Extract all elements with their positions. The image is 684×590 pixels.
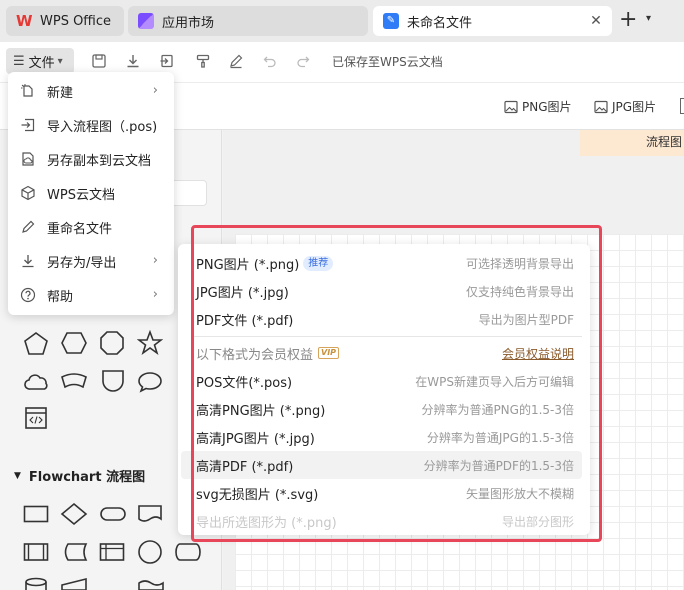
stored-data-shape[interactable] [60, 542, 88, 562]
connector-shape[interactable] [137, 539, 163, 565]
caret-down-icon: ▼ [14, 470, 21, 481]
new-file-icon [20, 83, 36, 99]
card-shape[interactable] [137, 579, 165, 590]
menu-item-help[interactable]: 帮助 › [8, 278, 174, 312]
file-dropdown-menu: 新建 › 导入流程图（.pos) 另存副本到云文档 WPS云文档 重命名文件 另… [8, 72, 174, 315]
flowchart-doc-icon: ✎ [383, 13, 399, 29]
octagon-shape[interactable] [99, 330, 125, 356]
export-jpg-button[interactable]: JPG图片 [594, 98, 656, 115]
menu-item-label: 另存为/导出 [47, 255, 117, 271]
save-status: 已保存至WPS云文档 [332, 55, 443, 69]
tab-label: 未命名文件 [407, 15, 473, 31]
pentagon-shape[interactable] [23, 331, 49, 357]
document-shape[interactable] [137, 504, 163, 524]
export-jpg-label: JPG图片 [612, 100, 657, 114]
undo-icon[interactable] [259, 50, 281, 72]
help-icon [20, 287, 36, 303]
menu-item-save-as-export[interactable]: 另存为/导出 › [8, 244, 174, 278]
tab-untitled-file[interactable]: ✎ 未命名文件 ✕ [373, 6, 612, 36]
download-icon[interactable] [122, 50, 144, 72]
speech-bubble-shape[interactable] [137, 370, 163, 394]
tab-app-market[interactable]: 应用市场 [128, 6, 368, 36]
hamburger-icon: ☰ [13, 53, 25, 69]
tab-bar: W WPS Office 应用市场 ✎ 未命名文件 ✕ + ▾ [0, 0, 684, 42]
flowchart-section-title: Flowchart 流程图 [28, 470, 146, 485]
cloud-copy-icon [20, 151, 36, 167]
export-more-icon[interactable] [680, 98, 684, 114]
menu-item-label: 另存副本到云文档 [47, 153, 152, 169]
file-menu-button[interactable]: ☰ 文件 ▾ [6, 48, 74, 74]
internal-storage-shape[interactable] [99, 542, 125, 562]
code-block-shape[interactable] [24, 406, 48, 430]
menu-item-label: 导入流程图（.pos) [47, 119, 158, 135]
hexagon-shape[interactable] [60, 331, 88, 355]
menu-item-label: 重命名文件 [47, 221, 113, 237]
chevron-down-icon: ▾ [57, 55, 63, 67]
chevron-right-icon: › [152, 83, 158, 98]
pencil-icon[interactable] [225, 50, 247, 72]
save-icon[interactable] [88, 50, 110, 72]
wave-banner-shape[interactable] [60, 372, 88, 390]
menu-item-save-copy-cloud[interactable]: 另存副本到云文档 [8, 142, 174, 176]
predefined-process-shape[interactable] [23, 542, 49, 562]
export-png-button[interactable]: PNG图片 [504, 98, 572, 115]
menu-item-new[interactable]: 新建 › [8, 74, 174, 108]
cloud-shape[interactable] [23, 370, 51, 392]
image-icon [504, 100, 518, 113]
star-shape[interactable] [137, 330, 163, 356]
terminator-shape[interactable] [99, 506, 127, 522]
teardrop-shape[interactable] [100, 368, 126, 394]
redo-icon[interactable] [292, 50, 314, 72]
tab-wps-office[interactable]: W WPS Office [6, 6, 124, 36]
import-icon [20, 117, 36, 133]
flowchart-banner: 流程图 [580, 130, 684, 156]
file-menu-label: 文件 [28, 55, 55, 71]
tab-label: 应用市场 [162, 15, 215, 31]
image-icon [594, 100, 608, 113]
highlight-outline [191, 225, 602, 542]
close-icon[interactable]: ✕ [588, 13, 604, 29]
menu-item-label: 新建 [47, 85, 74, 101]
menu-item-label: 帮助 [47, 289, 74, 305]
chevron-down-icon[interactable]: ▾ [646, 13, 651, 24]
app-market-icon [138, 13, 154, 29]
chevron-right-icon: › [152, 253, 158, 268]
flowchart-section-header[interactable]: ▼ Flowchart 流程图 [14, 466, 145, 485]
download-icon [20, 253, 36, 269]
menu-item-import-pos[interactable]: 导入流程图（.pos) [8, 108, 174, 142]
tab-label: WPS Office [40, 13, 112, 29]
direct-data-shape[interactable] [174, 542, 202, 562]
menu-item-wps-cloud[interactable]: WPS云文档 [8, 176, 174, 210]
export-png-label: PNG图片 [522, 100, 572, 114]
menu-item-label: WPS云文档 [47, 187, 115, 203]
menu-item-rename[interactable]: 重命名文件 [8, 210, 174, 244]
plus-icon[interactable]: + [619, 9, 637, 31]
format-painter-icon[interactable] [192, 50, 214, 72]
manual-input-shape[interactable] [60, 577, 88, 590]
banner-label: 流程图 [646, 135, 683, 149]
wps-logo-icon: W [16, 12, 33, 30]
pencil-icon [20, 219, 36, 235]
process-shape[interactable] [23, 505, 49, 523]
chevron-right-icon: › [152, 287, 158, 302]
cube-icon [20, 185, 36, 201]
database-shape[interactable] [24, 577, 48, 590]
shape-search-input[interactable] [170, 180, 207, 206]
decision-shape[interactable] [60, 502, 88, 526]
import-icon[interactable] [156, 50, 178, 72]
